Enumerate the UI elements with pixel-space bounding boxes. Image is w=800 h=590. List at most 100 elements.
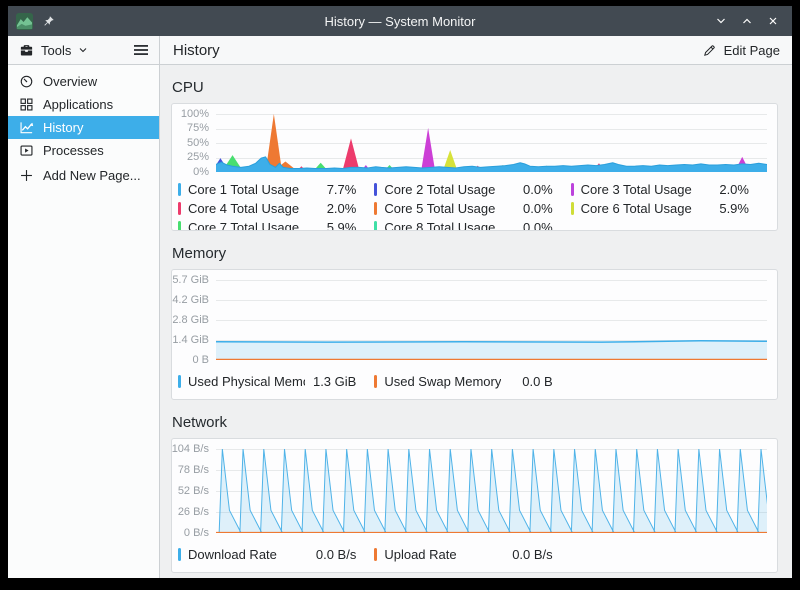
edit-page-button[interactable]: Edit Page xyxy=(702,43,780,58)
gauge-icon xyxy=(18,74,34,90)
edit-page-label: Edit Page xyxy=(724,43,780,58)
series-color-marker xyxy=(178,221,181,231)
cpu-legend-item: Core 7 Total Usage 5.9% xyxy=(178,218,374,231)
network-legend: Download Rate 0.0 B/s Upload Rate 0.0 B/s xyxy=(178,545,767,564)
memory-section-title: Memory xyxy=(172,245,778,262)
series-value: 2.0% xyxy=(319,201,357,216)
network-tick-label: 104 B/s xyxy=(172,443,209,456)
series-label: Used Swap Memory xyxy=(384,374,501,389)
cpu-tick-label: 50% xyxy=(187,137,209,150)
window-title: History — System Monitor xyxy=(8,14,792,29)
series-value: 0.0 B/s xyxy=(308,547,356,562)
cpu-legend-item: Core 4 Total Usage 2.0% xyxy=(178,199,374,218)
memory-tick-label: 0 B xyxy=(192,354,209,367)
network-tick-label: 26 B/s xyxy=(178,506,209,519)
toolbox-icon xyxy=(19,43,34,58)
cpu-section-title: CPU xyxy=(172,79,778,96)
page-title: History xyxy=(173,42,220,59)
cpu-legend-item: Core 1 Total Usage 7.7% xyxy=(178,180,374,199)
memory-chart xyxy=(216,280,767,360)
memory-tick-label: 5.7 GiB xyxy=(172,274,209,287)
header-row: Tools History E xyxy=(8,36,792,65)
series-value: 0.0% xyxy=(515,220,553,231)
cpu-legend-item: Core 3 Total Usage 2.0% xyxy=(571,180,767,199)
series-label: Core 1 Total Usage xyxy=(188,182,299,197)
series-label: Core 6 Total Usage xyxy=(581,201,692,216)
maximize-button[interactable] xyxy=(737,11,757,31)
series-value: 0.0 B/s xyxy=(504,547,552,562)
pencil-icon xyxy=(702,43,717,58)
series-color-marker xyxy=(374,548,377,561)
cpu-y-axis: 100%75%50%25%0% xyxy=(172,114,216,172)
cpu-legend-item: Core 5 Total Usage 0.0% xyxy=(374,199,570,218)
tools-menu-button[interactable]: Tools xyxy=(8,36,160,64)
sidebar-item-applications[interactable]: Applications xyxy=(8,93,159,116)
sidebar: Overview Applications History Processes Add … xyxy=(8,65,160,578)
minimize-button[interactable] xyxy=(711,11,731,31)
series-value: 7.7% xyxy=(319,182,357,197)
network-y-axis: 104 B/s78 B/s52 B/s26 B/s0 B/s xyxy=(172,449,216,533)
series-color-marker xyxy=(178,202,181,215)
series-value: 2.0% xyxy=(711,182,749,197)
network-legend-item: Download Rate 0.0 B/s xyxy=(178,545,374,564)
cpu-tick-label: 25% xyxy=(187,151,209,164)
cpu-chart xyxy=(216,114,767,172)
cpu-tick-label: 100% xyxy=(181,108,209,121)
series-color-marker xyxy=(178,183,181,196)
app-window: History — System Monitor Tools xyxy=(8,6,792,578)
main-content: CPU 100%75%50%25%0% Core 1 Total Usage7.… xyxy=(160,65,792,578)
sidebar-item-label: Add New Page... xyxy=(43,168,141,183)
tools-label: Tools xyxy=(41,43,71,58)
series-color-marker xyxy=(374,202,377,215)
cpu-legend-item: Core 6 Total Usage 5.9% xyxy=(571,199,767,218)
chevron-down-icon xyxy=(78,45,88,55)
pin-icon[interactable] xyxy=(42,15,55,28)
network-card: 104 B/s 78 B/s 52 B/s 26 B/s 0 B/s Download … xyxy=(171,438,778,573)
sidebar-item-overview[interactable]: Overview xyxy=(8,70,159,93)
network-tick-label: 0 B/s xyxy=(184,527,209,540)
memory-legend-item: Used Physical Memory1.3 GiB xyxy=(178,372,374,391)
sidebar-item-label: Applications xyxy=(43,97,113,112)
series-color-marker xyxy=(178,375,181,388)
series-color-marker xyxy=(374,183,377,196)
close-button[interactable] xyxy=(763,11,783,31)
hamburger-menu-icon[interactable] xyxy=(133,43,149,57)
memory-tick-label: 4.2 GiB xyxy=(172,294,209,307)
cpu-legend: Core 1 Total Usage 7.7% Core 2 Total Usage… xyxy=(178,180,767,231)
memory-y-axis: 5.7 GiB4.2 GiB2.8 GiB1.4 GiB0 B xyxy=(172,280,216,360)
sidebar-item-label: Overview xyxy=(43,74,97,89)
memory-legend: Used Physical Memory1.3 GiBUsed Swap Mem… xyxy=(178,372,767,391)
series-value: 0.0% xyxy=(515,182,553,197)
plus-icon xyxy=(18,168,34,184)
series-label: Core 5 Total Usage xyxy=(384,201,495,216)
cpu-tick-label: 75% xyxy=(187,122,209,135)
series-label: Download Rate xyxy=(188,547,277,562)
process-icon xyxy=(18,143,34,159)
cpu-legend-item: Core 2 Total Usage 0.0% xyxy=(374,180,570,199)
cpu-legend-item: Core 8 Total Usage 0.0% xyxy=(374,218,570,231)
sidebar-item-label: History xyxy=(43,120,83,135)
network-tick-label: 78 B/s xyxy=(178,464,209,477)
series-value: 5.9% xyxy=(711,201,749,216)
series-label: Used Physical Memory xyxy=(188,374,305,389)
series-label: Core 7 Total Usage xyxy=(188,220,299,231)
sidebar-item-add-new-page[interactable]: Add New Page... xyxy=(8,164,159,187)
series-label: Core 4 Total Usage xyxy=(188,201,299,216)
series-value: 5.9% xyxy=(319,220,357,231)
memory-legend-item: Used Swap Memory 0.0 B xyxy=(374,372,570,391)
series-value: 0.0 B xyxy=(514,374,552,389)
series-color-marker xyxy=(178,548,181,561)
series-value: 0.0% xyxy=(515,201,553,216)
sidebar-item-processes[interactable]: Processes xyxy=(8,139,159,162)
series-label: Core 2 Total Usage xyxy=(384,182,495,197)
sidebar-item-history[interactable]: History xyxy=(8,116,159,139)
series-label: Upload Rate xyxy=(384,547,456,562)
network-tick-label: 52 B/s xyxy=(178,485,209,498)
series-color-marker xyxy=(571,183,574,196)
series-label: Core 8 Total Usage xyxy=(384,220,495,231)
series-color-marker xyxy=(374,375,377,388)
memory-tick-label: 1.4 GiB xyxy=(172,334,209,347)
network-legend-item: Upload Rate 0.0 B/s xyxy=(374,545,570,564)
cpu-card: 100%75%50%25%0% Core 1 Total Usage7.7%Co… xyxy=(171,103,778,231)
series-label: Core 3 Total Usage xyxy=(581,182,692,197)
